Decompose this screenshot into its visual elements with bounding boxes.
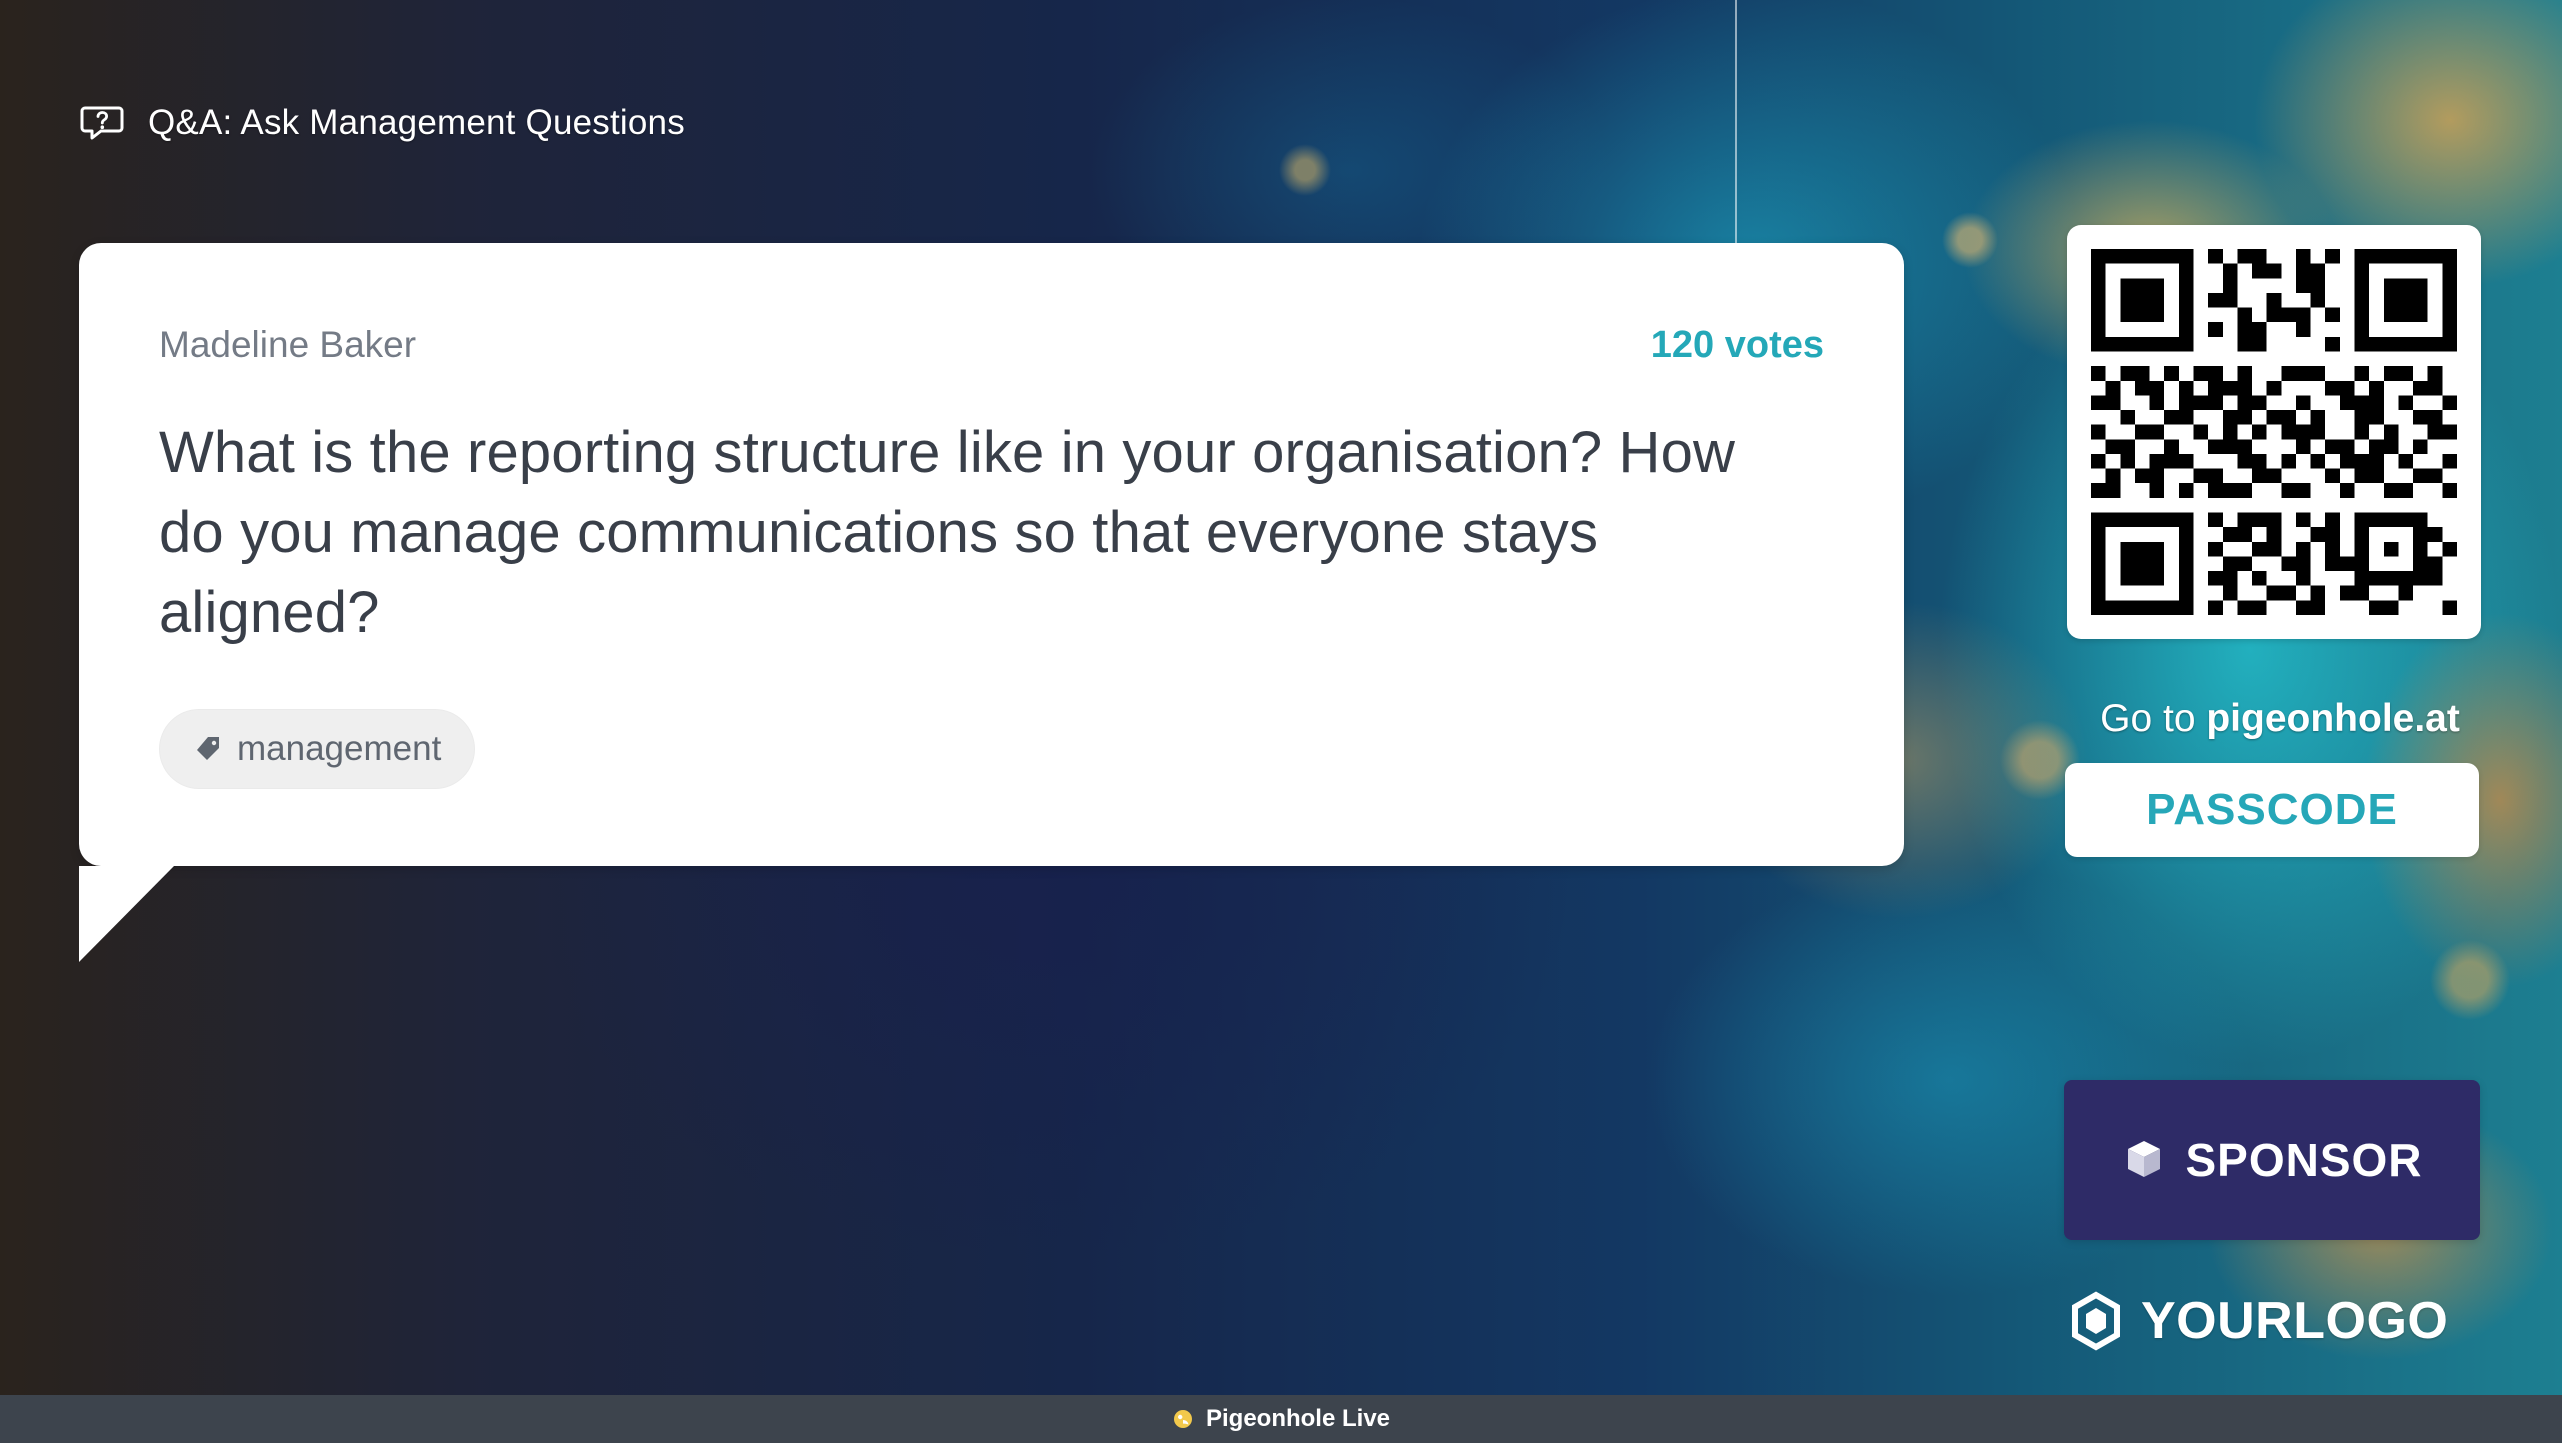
- logo-text: YOURLOGO: [2141, 1292, 2449, 1350]
- question-text: What is the reporting structure like in …: [159, 420, 1736, 645]
- question-tag: management: [159, 709, 476, 789]
- vote-count: 120 votes: [1650, 324, 1824, 366]
- qr-code-card: [2067, 225, 2481, 639]
- brand-logo: YOURLOGO: [2065, 1290, 2448, 1352]
- presentation-screen: Q&A: Ask Management Questions Madeline B…: [0, 0, 2562, 1443]
- box-icon: [2121, 1137, 2167, 1183]
- footer-label: Pigeonhole Live: [1205, 1405, 1391, 1432]
- qr-code-icon: [2091, 249, 2457, 615]
- session-title: Q&A: Ask Management Questions: [148, 103, 685, 142]
- join-instructions: Go to pigeonhole.at: [2080, 694, 2480, 744]
- tag-icon: [193, 734, 223, 764]
- hexagon-logo-icon: [2065, 1290, 2127, 1352]
- tag-label: management: [237, 729, 442, 768]
- question-author: Madeline Baker: [159, 324, 417, 365]
- sponsor-banner: SPONSOR: [2064, 1080, 2480, 1240]
- join-domain: pigeonhole.at: [2206, 697, 2460, 740]
- speech-bubble-tail: [79, 866, 174, 962]
- question-card: Madeline Baker 120 votes What is the rep…: [79, 243, 1904, 866]
- speech-bubble-question-icon: [80, 103, 124, 143]
- session-header: Q&A: Ask Management Questions: [80, 103, 685, 143]
- join-prefix: Go to: [2100, 697, 2196, 740]
- footer-bar: Pigeonhole Live: [0, 1395, 2562, 1443]
- passcode-display: PASSCODE: [2065, 763, 2479, 857]
- pigeonhole-icon: [1172, 1408, 1194, 1430]
- sponsor-label: SPONSOR: [2185, 1134, 2423, 1186]
